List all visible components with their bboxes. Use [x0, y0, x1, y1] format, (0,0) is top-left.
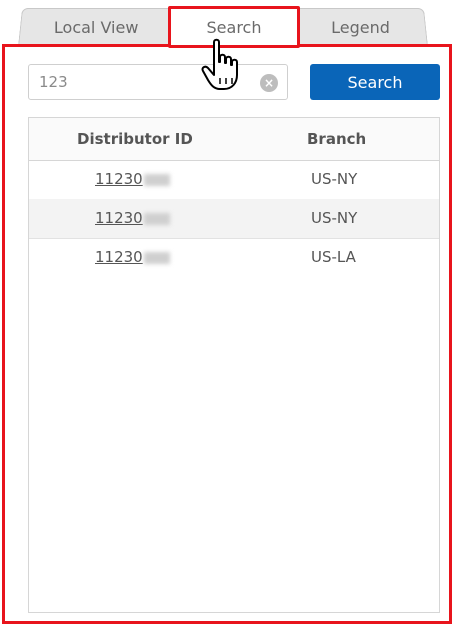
tab-local-view[interactable]: Local View [18, 8, 174, 46]
tab-local-view-label: Local View [53, 18, 139, 37]
table-row: 11230 US-NY [29, 199, 439, 239]
branch-cell: US-LA [311, 248, 356, 266]
tab-legend-label: Legend [330, 18, 390, 37]
results-table: Distributor ID Branch 11230 US-NY 11230 … [28, 117, 440, 613]
header-distributor-id: Distributor ID [77, 130, 193, 148]
branch-cell: US-NY [311, 209, 358, 227]
distributor-id-link[interactable]: 11230 [95, 160, 170, 199]
distributor-id-link[interactable]: 11230 [95, 238, 170, 277]
tab-legend[interactable]: Legend [292, 8, 428, 46]
clear-icon[interactable]: × [260, 74, 278, 92]
distributor-id-link[interactable]: 11230 [95, 199, 170, 238]
header-branch: Branch [307, 130, 367, 148]
tab-search-label: Search [206, 18, 262, 37]
hand-pointer-icon [201, 38, 238, 90]
search-button[interactable]: Search [310, 64, 440, 100]
table-row: 11230 US-NY [29, 160, 439, 200]
branch-cell: US-NY [311, 170, 358, 188]
table-header: Distributor ID Branch [29, 118, 439, 161]
table-row: 11230 US-LA [29, 238, 439, 277]
